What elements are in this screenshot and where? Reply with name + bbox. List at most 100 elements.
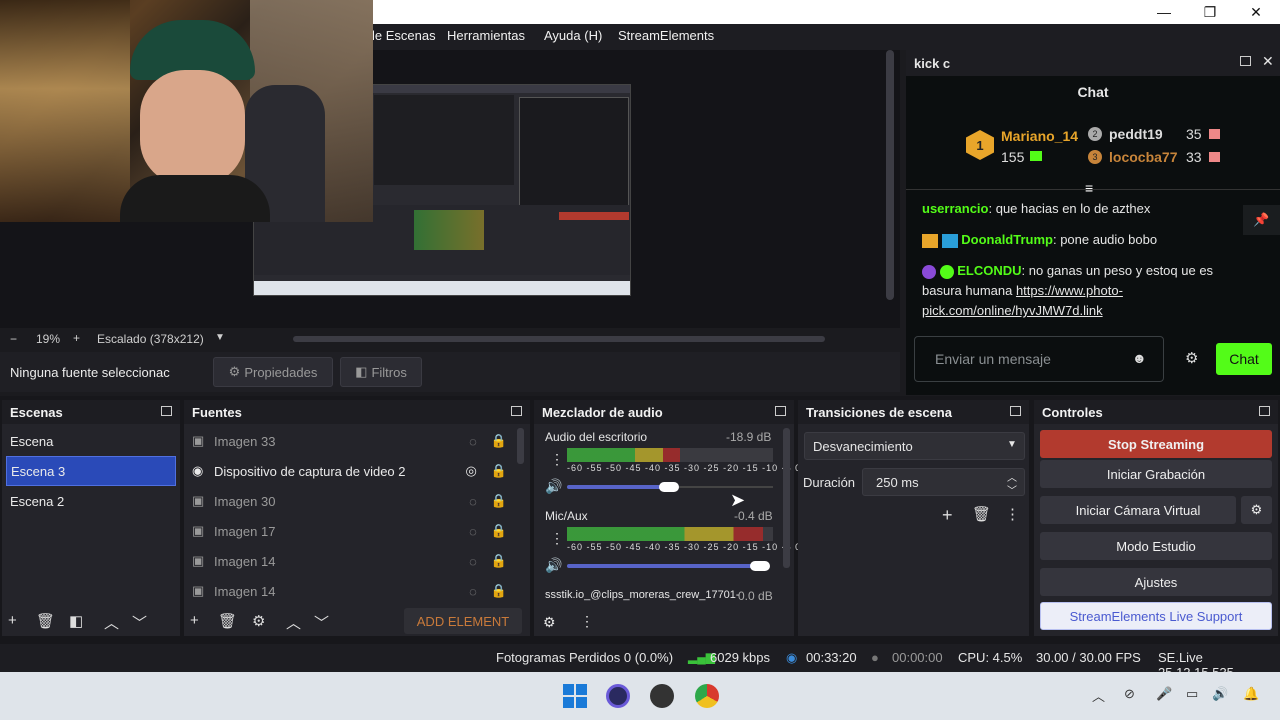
eye-hidden-icon[interactable]: ◌ xyxy=(469,434,477,449)
chat-input[interactable]: Enviar un mensaje ☻ xyxy=(914,336,1164,382)
mixer-kebab-menu-icon[interactable]: ⋮ xyxy=(580,613,594,630)
source-item[interactable]: ▣ Imagen 14 ◌ 🔒 xyxy=(184,576,519,602)
maximize-button[interactable]: ❐ xyxy=(1187,0,1233,24)
notification-bell-icon[interactable]: 🔔 xyxy=(1243,686,1259,702)
lock-icon[interactable]: 🔒 xyxy=(491,493,507,509)
volume-icon[interactable]: 🔊 xyxy=(1212,686,1228,702)
lock-icon[interactable]: 🔒 xyxy=(491,463,507,479)
float-icon[interactable] xyxy=(1010,406,1021,416)
preview-hscroll[interactable] xyxy=(293,336,825,342)
settings-button[interactable]: Ajustes xyxy=(1040,568,1272,596)
channel-name: ssstik.io_@clips_moreras_crew_17701- xyxy=(545,589,740,601)
mixer-scrollbar[interactable] xyxy=(783,428,790,568)
chevron-up-icon[interactable]: ︿ xyxy=(286,612,301,633)
network-off-icon[interactable]: ⊘ xyxy=(1124,686,1135,702)
eye-icon[interactable]: ◎ xyxy=(465,463,476,479)
eye-hidden-icon[interactable]: ◌ xyxy=(469,524,477,539)
eye-hidden-icon[interactable]: ◌ xyxy=(469,584,477,599)
add-element-button[interactable]: ADD ELEMENT xyxy=(404,608,522,634)
menu-help[interactable]: Ayuda (H) xyxy=(544,28,602,43)
trash-icon[interactable]: 🗑 xyxy=(972,505,991,523)
chevron-up-icon[interactable]: ︿ xyxy=(1092,686,1105,705)
chat-settings-gear-icon[interactable]: ⚙ xyxy=(1185,349,1198,367)
gift-icon xyxy=(1030,151,1042,161)
duration-spinbox[interactable]: 250 ms ︿ ﹀ xyxy=(862,468,1025,497)
preview-vscroll[interactable] xyxy=(886,50,894,300)
stop-streaming-button[interactable]: Stop Streaming xyxy=(1040,430,1272,458)
virtual-camera-settings-gear-icon[interactable]: ⚙ xyxy=(1241,496,1272,524)
obs-taskbar-icon[interactable] xyxy=(606,684,630,708)
scene-item[interactable]: Escena xyxy=(2,426,180,456)
windows-start-icon[interactable] xyxy=(563,684,587,708)
emoji-icon[interactable]: ☻ xyxy=(1132,350,1147,366)
pin-icon[interactable]: 📌 xyxy=(1243,205,1280,235)
properties-button[interactable]: ⚙ Propiedades xyxy=(213,357,333,387)
trash-icon[interactable]: 🗑 xyxy=(218,612,237,630)
gear-icon[interactable]: ⚙ xyxy=(252,612,265,630)
chevron-down-icon[interactable]: ﹀ xyxy=(132,612,147,633)
speaker-icon[interactable]: 🔊 xyxy=(545,557,562,574)
float-icon[interactable] xyxy=(511,406,522,416)
close-icon[interactable]: ✕ xyxy=(1262,53,1274,70)
source-item[interactable]: ▣ Imagen 30 ◌ 🔒 xyxy=(184,486,519,516)
streamelements-support-button[interactable]: StreamElements Live Support xyxy=(1040,602,1272,630)
chat-username[interactable]: DoonaldTrump xyxy=(961,232,1053,247)
chevron-up-icon[interactable]: ︿ xyxy=(104,612,119,633)
speaker-icon[interactable]: 🔊 xyxy=(545,478,562,495)
microphone-icon[interactable]: 🎤 xyxy=(1156,686,1172,702)
source-item[interactable]: ▣ Imagen 14 ◌ 🔒 xyxy=(184,546,519,576)
zoom-in-button[interactable]: + xyxy=(73,331,80,345)
kebab-menu-icon[interactable]: ⋮ xyxy=(1005,505,1020,523)
scene-item[interactable]: Escena 2 xyxy=(2,486,180,516)
chat-send-button[interactable]: Chat xyxy=(1216,343,1272,375)
lock-icon[interactable]: 🔒 xyxy=(491,433,507,449)
lock-icon[interactable]: 🔒 xyxy=(491,523,507,539)
kebab-menu-icon[interactable]: ⋮ xyxy=(550,451,564,468)
kebab-menu-icon[interactable]: ⋮ xyxy=(550,530,564,547)
float-icon[interactable] xyxy=(1240,56,1251,66)
menu-tools[interactable]: Herramientas xyxy=(447,28,525,43)
chrome-taskbar-icon[interactable] xyxy=(695,684,719,708)
float-icon[interactable] xyxy=(161,406,172,416)
volume-slider-knob[interactable] xyxy=(750,561,770,571)
studio-mode-button[interactable]: Modo Estudio xyxy=(1040,532,1272,560)
lock-icon[interactable]: 🔒 xyxy=(491,553,507,569)
chat-window-title: kick c xyxy=(914,56,951,71)
display-icon[interactable]: ▭ xyxy=(1186,686,1198,702)
scene-item-selected[interactable]: Escena 3 xyxy=(6,456,176,486)
close-button[interactable]: ✕ xyxy=(1233,0,1279,24)
add-icon[interactable]: + xyxy=(942,505,953,526)
float-icon[interactable] xyxy=(1259,406,1270,416)
minimize-button[interactable]: — xyxy=(1141,0,1187,24)
menu-scenes[interactable]: le Escenas xyxy=(372,28,436,43)
source-item[interactable]: ▣ Imagen 33 ◌ 🔒 xyxy=(184,426,519,456)
eye-hidden-icon[interactable]: ◌ xyxy=(469,554,477,569)
volume-slider-knob[interactable] xyxy=(659,482,679,492)
virtual-camera-button[interactable]: Iniciar Cámara Virtual xyxy=(1040,496,1236,524)
transition-select[interactable]: Desvanecimiento ▼ xyxy=(804,432,1025,460)
sources-scrollbar[interactable] xyxy=(517,428,524,464)
lock-icon[interactable]: 🔒 xyxy=(491,583,507,599)
filter-icon[interactable]: ◧ xyxy=(69,612,83,630)
zoom-out-button[interactable]: − xyxy=(10,332,17,346)
menu-streamelements[interactable]: StreamElements xyxy=(618,28,714,43)
chat-username[interactable]: userrancio xyxy=(922,201,988,216)
chevron-down-icon[interactable]: ﹀ xyxy=(314,612,329,633)
float-icon[interactable] xyxy=(775,406,786,416)
source-item[interactable]: ▣ Imagen 17 ◌ 🔒 xyxy=(184,516,519,546)
scale-dropdown-icon[interactable]: ▼ xyxy=(215,332,225,343)
add-icon[interactable]: + xyxy=(190,612,199,629)
volume-slider[interactable] xyxy=(567,564,763,568)
sources-toolbar: + 🗑 ⚙ ︿ ﹀ ADD ELEMENT xyxy=(184,606,530,636)
mixer-settings-gear-icon[interactable]: ⚙ xyxy=(543,614,556,631)
streamelements-taskbar-icon[interactable] xyxy=(650,684,674,708)
trash-icon[interactable]: 🗑 xyxy=(36,612,55,630)
collapse-icon[interactable]: ≡ xyxy=(1085,180,1093,196)
spin-down-icon[interactable]: ﹀ xyxy=(1007,482,1017,497)
eye-hidden-icon[interactable]: ◌ xyxy=(469,494,477,509)
filters-button[interactable]: ◧ Filtros xyxy=(340,357,422,387)
source-item[interactable]: ◉ Dispositivo de captura de video 2 ◎ 🔒 xyxy=(184,456,519,486)
start-recording-button[interactable]: Iniciar Grabación xyxy=(1040,460,1272,488)
chat-username[interactable]: ELCONDU xyxy=(957,263,1021,278)
add-icon[interactable]: + xyxy=(8,612,17,629)
